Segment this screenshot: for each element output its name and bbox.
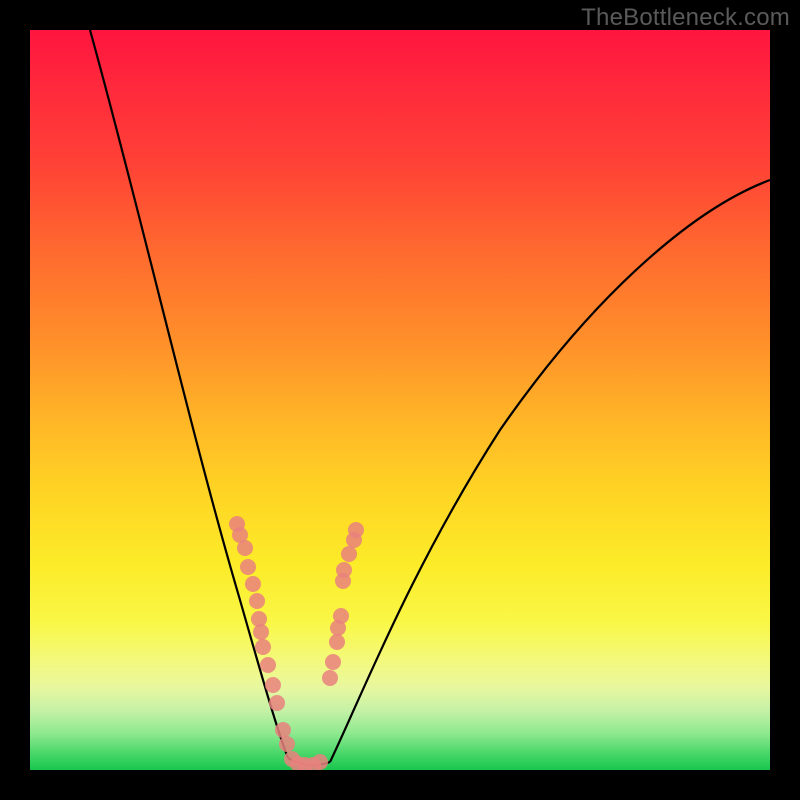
dots-left (229, 516, 295, 752)
dots-right (322, 522, 364, 686)
curve-right (330, 180, 770, 762)
chart-stage: TheBottleneck.com (0, 0, 800, 800)
curve-layer (30, 30, 770, 770)
plot-area (30, 30, 770, 770)
dots-bottom (284, 751, 328, 770)
watermark-text: TheBottleneck.com (581, 4, 790, 32)
